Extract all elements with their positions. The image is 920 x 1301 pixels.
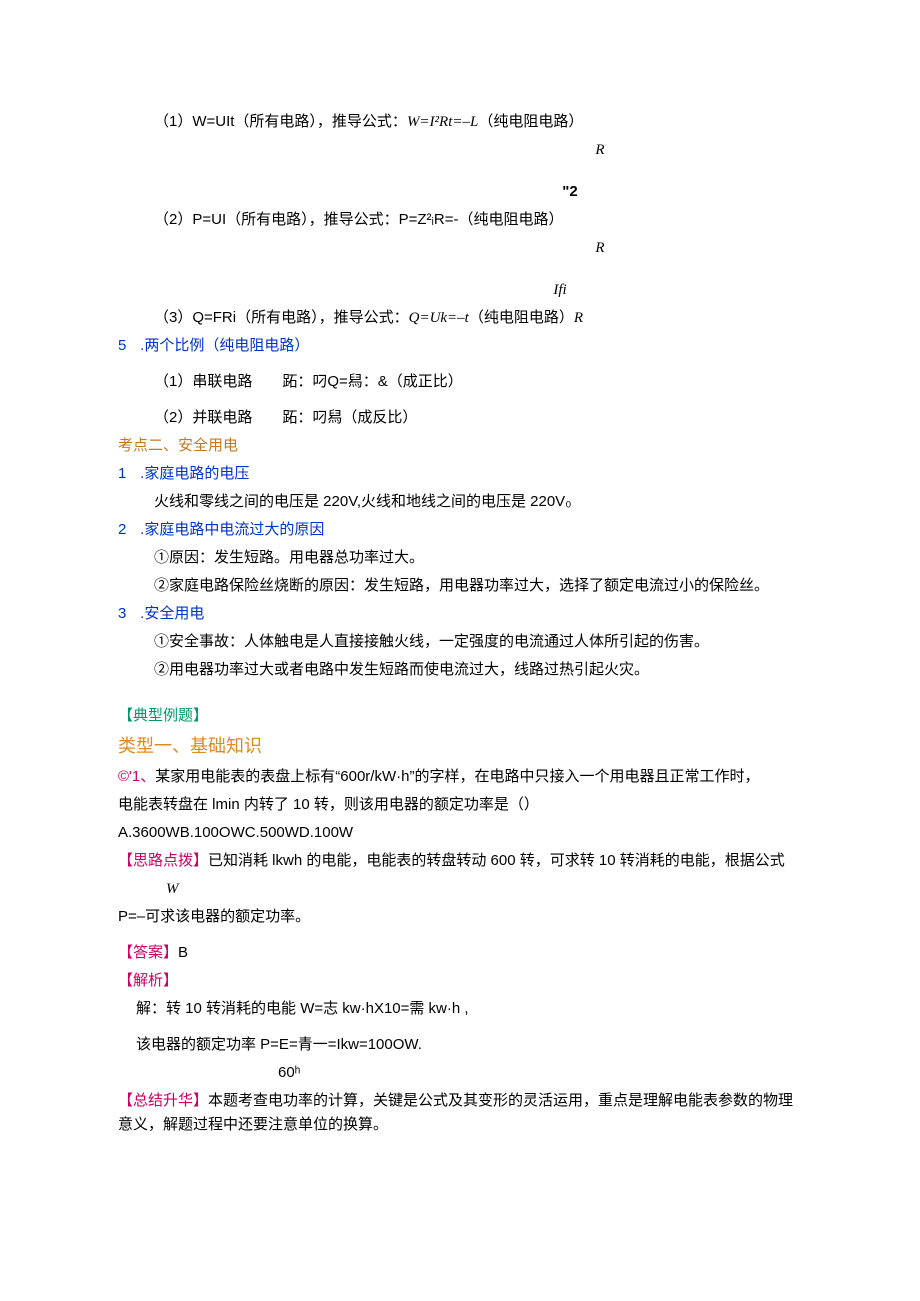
question-1-b: 电能表转盘在 lmin 内转了 10 转，则该用电器的额定功率是（） bbox=[118, 793, 802, 817]
silu-body: 已知消耗 lkwh 的电能，电能表的转盘转动 600 转，可求转 10 转消耗的… bbox=[208, 852, 785, 869]
kd2-s1-num: 1 bbox=[118, 462, 136, 486]
jiexi-tag: 【解析】 bbox=[118, 969, 802, 993]
question-1-tag: ©'1、 bbox=[118, 768, 155, 785]
jiexi-2: 该电器的额定功率 P=E=青一=Ikw=100OW. bbox=[118, 1033, 802, 1057]
kd2-s2-num: 2 bbox=[118, 518, 136, 542]
kd2-s1-body: 火线和零线之间的电压是 220V,火线和地线之间的电压是 220V₀ bbox=[118, 490, 802, 514]
question-1-options: A.3600WB.100OWC.500WD.100W bbox=[118, 821, 802, 845]
kd2-s2-title: .家庭电路中电流过大的原因 bbox=[140, 521, 324, 538]
zongjie-line: 【总结升华】本题考查电功率的计算，关键是公式及其变形的灵活运用，重点是理解电能表… bbox=[118, 1089, 802, 1137]
question-1: ©'1、某家用电能表的表盘上标有“600r/kW·h”的字样，在电路中只接入一个… bbox=[118, 765, 802, 789]
section-5-heading: 5 .两个比例（纯电阻电路） bbox=[118, 334, 802, 358]
section-5-num: 5 bbox=[118, 334, 136, 358]
formula-1-expr: W=I²Rt=–L bbox=[407, 114, 478, 130]
formula-2: （2）P=UI（所有电路），推导公式：P=Z²ᵢR=-（纯电阻电路） bbox=[118, 208, 802, 232]
dianxing-title: 【典型例题】 bbox=[118, 704, 802, 728]
kd2-s3-b2: ②用电器功率过大或者电路中发生短路而使电流过大，线路过热引起火灾。 bbox=[118, 658, 802, 682]
kd2-s2-b1: ①原因：发生短路。用电器总功率过大。 bbox=[118, 546, 802, 570]
kd2-s3-b1: ①安全事故：人体触电是人直接接触火线，一定强度的电流通过人体所引起的伤害。 bbox=[118, 630, 802, 654]
answer-line: 【答案】B bbox=[118, 941, 802, 965]
section-5-title: .两个比例（纯电阻电路） bbox=[140, 337, 309, 354]
jiexi-1: 解：转 10 转消耗的电能 W=志 kw·hX10=需 kw·h , bbox=[118, 997, 802, 1021]
silu-w: W bbox=[118, 877, 802, 901]
answer-tag: 【答案】 bbox=[118, 944, 178, 961]
formula-1-suffix: （纯电阻电路） bbox=[478, 113, 583, 130]
formula-1-denom: R bbox=[398, 138, 802, 162]
formula-2-super: "2 bbox=[338, 180, 802, 204]
section-5-item-2: （2）并联电路 跖：叼舄（成反比） bbox=[118, 406, 802, 430]
formula-1: （1）W=UIt（所有电路），推导公式：W=I²Rt=–L（纯电阻电路） bbox=[118, 110, 802, 134]
kd2-s2-b2: ②家庭电路保险丝烧断的原因：发生短路，用电器功率过大，选择了额定电流过小的保险丝… bbox=[118, 574, 802, 598]
formula-3: （3）Q=FRi（所有电路），推导公式：Q=Uk=–t（纯电阻电路）R bbox=[118, 306, 802, 330]
zongjie-body: 本题考查电功率的计算，关键是公式及其变形的灵活运用，重点是理解电能表参数的物理意… bbox=[118, 1092, 793, 1133]
formula-3-super: Ifi bbox=[318, 278, 802, 302]
silu-body2: P=–可求该电器的额定功率。 bbox=[118, 905, 802, 929]
kd2-s3-num: 3 bbox=[118, 602, 136, 626]
section-5-item-1: （1）串联电路 跖：叼Q=舄：&（成正比） bbox=[118, 370, 802, 394]
answer-value: B bbox=[178, 944, 188, 961]
formula-1-prefix: （1）W=UIt（所有电路），推导公式： bbox=[154, 113, 407, 130]
silu-tag: 【思路点拨】 bbox=[118, 852, 208, 869]
formula-2-denom: R bbox=[398, 236, 802, 260]
silu-line: 【思路点拨】已知消耗 lkwh 的电能，电能表的转盘转动 600 转，可求转 1… bbox=[118, 849, 802, 873]
kd2-s3-heading: 3 .安全用电 bbox=[118, 602, 802, 626]
formula-3-suffix: （纯电阻电路） bbox=[469, 309, 574, 326]
kd2-s3-title: .安全用电 bbox=[140, 605, 204, 622]
kaodian-2-title: 考点二、安全用电 bbox=[118, 434, 802, 458]
kd2-s2-heading: 2 .家庭电路中电流过大的原因 bbox=[118, 518, 802, 542]
formula-2-line: （2）P=UI（所有电路），推导公式：P=Z²ᵢR=-（纯电阻电路） bbox=[154, 211, 563, 228]
formula-3-expr: Q=Uk=–t bbox=[409, 310, 469, 326]
kd2-s1-title: .家庭电路的电压 bbox=[140, 465, 249, 482]
type-1-title: 类型一、基础知识 bbox=[118, 732, 802, 761]
zongjie-tag: 【总结升华】 bbox=[118, 1092, 208, 1109]
kd2-s1-heading: 1 .家庭电路的电压 bbox=[118, 462, 802, 486]
formula-3-prefix: （3）Q=FRi（所有电路），推导公式： bbox=[154, 309, 409, 326]
jiexi-2-sub: 60ʰ bbox=[118, 1061, 802, 1085]
formula-3-r: R bbox=[574, 310, 583, 326]
question-1-a: 某家用电能表的表盘上标有“600r/kW·h”的字样，在电路中只接入一个用电器且… bbox=[155, 768, 759, 785]
